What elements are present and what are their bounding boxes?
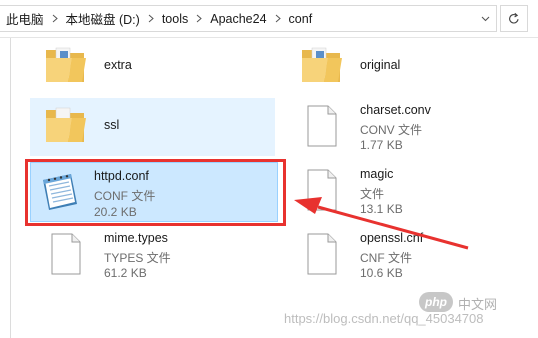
file-type: TYPES 文件	[104, 251, 171, 265]
file-size: 61.2 KB	[104, 266, 147, 280]
chevron-right-icon[interactable]	[46, 14, 64, 23]
file-list: extra original ssl charset.conv CONV 文件 …	[12, 38, 538, 338]
file-item-charset-conv[interactable]: charset.conv CONV 文件 1.77 KB	[286, 98, 531, 156]
folder-icon	[42, 102, 90, 150]
file-item-original[interactable]: original	[286, 38, 531, 96]
blank-file-icon	[298, 230, 346, 278]
chevron-down-icon	[481, 16, 489, 21]
file-name: httpd.conf	[94, 169, 149, 183]
file-name: mime.types	[104, 231, 168, 245]
file-name: openssl.cnf	[360, 231, 424, 245]
refresh-button[interactable]	[500, 5, 528, 32]
folder-icon	[298, 42, 346, 90]
file-item-magic[interactable]: magic 文件 13.1 KB	[286, 162, 531, 220]
blank-file-icon	[298, 102, 346, 150]
file-type: CONF 文件	[94, 189, 156, 203]
chevron-right-icon[interactable]	[269, 14, 287, 23]
address-bar: 此电脑 本地磁盘 (D:) tools Apache24 conf	[0, 0, 538, 38]
vertical-scrollbar[interactable]	[527, 38, 538, 338]
file-item-openssl-cnf[interactable]: openssl.cnf CNF 文件 10.6 KB	[286, 226, 531, 284]
file-item-ssl[interactable]: ssl	[30, 98, 275, 156]
file-type: 文件	[360, 187, 385, 201]
chevron-right-icon[interactable]	[142, 14, 160, 23]
refresh-icon	[509, 12, 519, 24]
watermark-url: https://blog.csdn.net/qq_45034708	[284, 311, 484, 326]
address-history-dropdown[interactable]	[474, 7, 496, 30]
file-item-httpd-conf[interactable]: httpd.conf CONF 文件 20.2 KB	[30, 162, 278, 222]
file-size: 13.1 KB	[360, 202, 403, 216]
file-item-mime-types[interactable]: mime.types TYPES 文件 61.2 KB	[30, 226, 275, 284]
file-name: charset.conv	[360, 103, 431, 117]
breadcrumb-item-conf[interactable]: conf	[287, 12, 315, 26]
folder-icon	[42, 42, 90, 90]
file-name: original	[360, 58, 401, 72]
breadcrumb-item-tools[interactable]: tools	[160, 12, 190, 26]
php-logo: php	[419, 292, 453, 312]
file-name: magic	[360, 167, 394, 181]
breadcrumb-item-this-pc[interactable]: 此电脑	[4, 9, 46, 28]
address-box[interactable]: 此电脑 本地磁盘 (D:) tools Apache24 conf	[0, 5, 497, 32]
file-type: CONV 文件	[360, 123, 423, 137]
file-size: 20.2 KB	[94, 205, 137, 219]
breadcrumb: 此电脑 本地磁盘 (D:) tools Apache24 conf	[4, 6, 314, 31]
notepad-icon	[35, 168, 83, 216]
breadcrumb-item-drive-d[interactable]: 本地磁盘 (D:)	[64, 9, 142, 28]
navigation-pane[interactable]	[0, 38, 11, 338]
chevron-right-icon[interactable]	[190, 14, 208, 23]
blank-file-icon	[42, 230, 90, 278]
breadcrumb-item-apache24[interactable]: Apache24	[208, 12, 268, 26]
file-name: ssl	[104, 118, 120, 132]
file-item-extra[interactable]: extra	[30, 38, 275, 96]
file-type: CNF 文件	[360, 251, 412, 265]
file-size: 10.6 KB	[360, 266, 403, 280]
file-size: 1.77 KB	[360, 138, 403, 152]
blank-file-icon	[298, 166, 346, 214]
file-name: extra	[104, 58, 132, 72]
